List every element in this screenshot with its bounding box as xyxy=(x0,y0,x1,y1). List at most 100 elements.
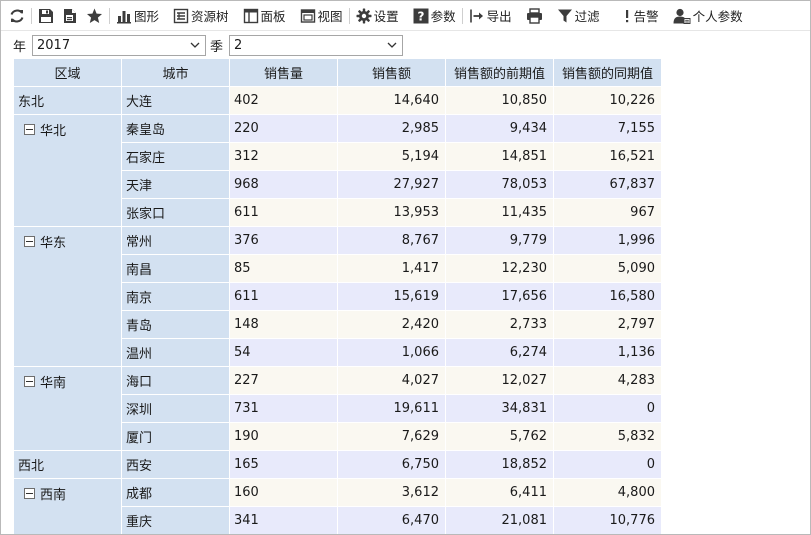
view-button[interactable]: 视图 xyxy=(300,4,343,28)
same-period-cell[interactable]: 10,226 xyxy=(553,86,662,115)
previous-period-cell[interactable]: 5,762 xyxy=(445,422,554,451)
city-cell[interactable]: 南昌 xyxy=(121,254,230,283)
same-period-cell[interactable]: 1,996 xyxy=(553,226,662,255)
city-cell[interactable]: 青岛 xyxy=(121,310,230,339)
amount-cell[interactable]: 1,066 xyxy=(337,338,446,367)
amount-cell[interactable]: 14,640 xyxy=(337,86,446,115)
collapse-icon[interactable] xyxy=(24,124,35,135)
same-period-cell[interactable]: 0 xyxy=(553,450,662,479)
quantity-cell[interactable]: 341 xyxy=(229,506,338,534)
quantity-cell[interactable]: 148 xyxy=(229,310,338,339)
column-header-city[interactable]: 城市 xyxy=(121,58,230,87)
quantity-cell[interactable]: 190 xyxy=(229,422,338,451)
previous-period-cell[interactable]: 14,851 xyxy=(445,142,554,171)
previous-period-cell[interactable]: 6,274 xyxy=(445,338,554,367)
favorite-button[interactable] xyxy=(86,4,103,28)
quantity-cell[interactable]: 312 xyxy=(229,142,338,171)
city-cell[interactable]: 成都 xyxy=(121,478,230,507)
same-period-cell[interactable]: 2,797 xyxy=(553,310,662,339)
collapse-icon[interactable] xyxy=(24,376,35,387)
previous-period-cell[interactable]: 78,053 xyxy=(445,170,554,199)
amount-cell[interactable]: 6,750 xyxy=(337,450,446,479)
amount-cell[interactable]: 13,953 xyxy=(337,198,446,227)
quantity-cell[interactable]: 160 xyxy=(229,478,338,507)
quantity-cell[interactable]: 968 xyxy=(229,170,338,199)
column-header-previous-period[interactable]: 销售额的前期值 xyxy=(445,58,554,87)
quantity-cell[interactable]: 85 xyxy=(229,254,338,283)
previous-period-cell[interactable]: 21,081 xyxy=(445,506,554,534)
previous-period-cell[interactable]: 11,435 xyxy=(445,198,554,227)
previous-period-cell[interactable]: 34,831 xyxy=(445,394,554,423)
amount-cell[interactable]: 6,470 xyxy=(337,506,446,534)
previous-period-cell[interactable]: 10,850 xyxy=(445,86,554,115)
region-cell[interactable]: 华东 xyxy=(13,226,122,367)
refresh-button[interactable] xyxy=(9,4,25,28)
same-period-cell[interactable]: 10,776 xyxy=(553,506,662,534)
quantity-cell[interactable]: 611 xyxy=(229,198,338,227)
quantity-cell[interactable]: 227 xyxy=(229,366,338,395)
collapse-icon[interactable] xyxy=(24,236,35,247)
previous-period-cell[interactable]: 18,852 xyxy=(445,450,554,479)
quantity-cell[interactable]: 220 xyxy=(229,114,338,143)
same-period-cell[interactable]: 967 xyxy=(553,198,662,227)
same-period-cell[interactable]: 67,837 xyxy=(553,170,662,199)
same-period-cell[interactable]: 5,090 xyxy=(553,254,662,283)
print-button[interactable] xyxy=(526,4,543,28)
column-header-region[interactable]: 区域 xyxy=(13,58,122,87)
previous-period-cell[interactable]: 2,733 xyxy=(445,310,554,339)
alert-button[interactable]: 告警 xyxy=(622,4,659,28)
same-period-cell[interactable]: 5,832 xyxy=(553,422,662,451)
season-select[interactable]: 2 xyxy=(229,34,404,56)
region-cell[interactable]: 华北 xyxy=(13,114,122,227)
city-cell[interactable]: 石家庄 xyxy=(121,142,230,171)
collapse-icon[interactable] xyxy=(24,488,35,499)
amount-cell[interactable]: 1,417 xyxy=(337,254,446,283)
same-period-cell[interactable]: 16,521 xyxy=(553,142,662,171)
city-cell[interactable]: 海口 xyxy=(121,366,230,395)
filter-button[interactable]: 过滤 xyxy=(557,4,600,28)
export-button[interactable]: 导出 xyxy=(469,4,512,28)
previous-period-cell[interactable]: 12,027 xyxy=(445,366,554,395)
amount-cell[interactable]: 4,027 xyxy=(337,366,446,395)
same-period-cell[interactable]: 4,800 xyxy=(553,478,662,507)
save-as-button[interactable] xyxy=(62,4,78,28)
previous-period-cell[interactable]: 9,779 xyxy=(445,226,554,255)
amount-cell[interactable]: 8,767 xyxy=(337,226,446,255)
city-cell[interactable]: 大连 xyxy=(121,86,230,115)
amount-cell[interactable]: 15,619 xyxy=(337,282,446,311)
previous-period-cell[interactable]: 17,656 xyxy=(445,282,554,311)
same-period-cell[interactable]: 1,136 xyxy=(553,338,662,367)
previous-period-cell[interactable]: 12,230 xyxy=(445,254,554,283)
save-button[interactable] xyxy=(38,4,54,28)
settings-button[interactable]: 设置 xyxy=(356,4,399,28)
column-header-same-period[interactable]: 销售额的同期值 xyxy=(553,58,662,87)
amount-cell[interactable]: 27,927 xyxy=(337,170,446,199)
same-period-cell[interactable]: 0 xyxy=(553,394,662,423)
quantity-cell[interactable]: 376 xyxy=(229,226,338,255)
region-cell[interactable]: 西南 xyxy=(13,478,122,534)
quantity-cell[interactable]: 165 xyxy=(229,450,338,479)
amount-cell[interactable]: 19,611 xyxy=(337,394,446,423)
city-cell[interactable]: 重庆 xyxy=(121,506,230,534)
quantity-cell[interactable]: 402 xyxy=(229,86,338,115)
city-cell[interactable]: 温州 xyxy=(121,338,230,367)
amount-cell[interactable]: 2,985 xyxy=(337,114,446,143)
quantity-cell[interactable]: 611 xyxy=(229,282,338,311)
chart-button[interactable]: 图形 xyxy=(116,4,159,28)
previous-period-cell[interactable]: 9,434 xyxy=(445,114,554,143)
city-cell[interactable]: 常州 xyxy=(121,226,230,255)
same-period-cell[interactable]: 16,580 xyxy=(553,282,662,311)
city-cell[interactable]: 南京 xyxy=(121,282,230,311)
panel-button[interactable]: 面板 xyxy=(243,4,286,28)
city-cell[interactable]: 西安 xyxy=(121,450,230,479)
previous-period-cell[interactable]: 6,411 xyxy=(445,478,554,507)
region-cell[interactable]: 华南 xyxy=(13,366,122,451)
amount-cell[interactable]: 3,612 xyxy=(337,478,446,507)
amount-cell[interactable]: 5,194 xyxy=(337,142,446,171)
city-cell[interactable]: 深圳 xyxy=(121,394,230,423)
same-period-cell[interactable]: 4,283 xyxy=(553,366,662,395)
quantity-cell[interactable]: 54 xyxy=(229,338,338,367)
column-header-amount[interactable]: 销售额 xyxy=(337,58,446,87)
city-cell[interactable]: 秦皇岛 xyxy=(121,114,230,143)
year-select[interactable]: 2017 xyxy=(32,34,207,56)
